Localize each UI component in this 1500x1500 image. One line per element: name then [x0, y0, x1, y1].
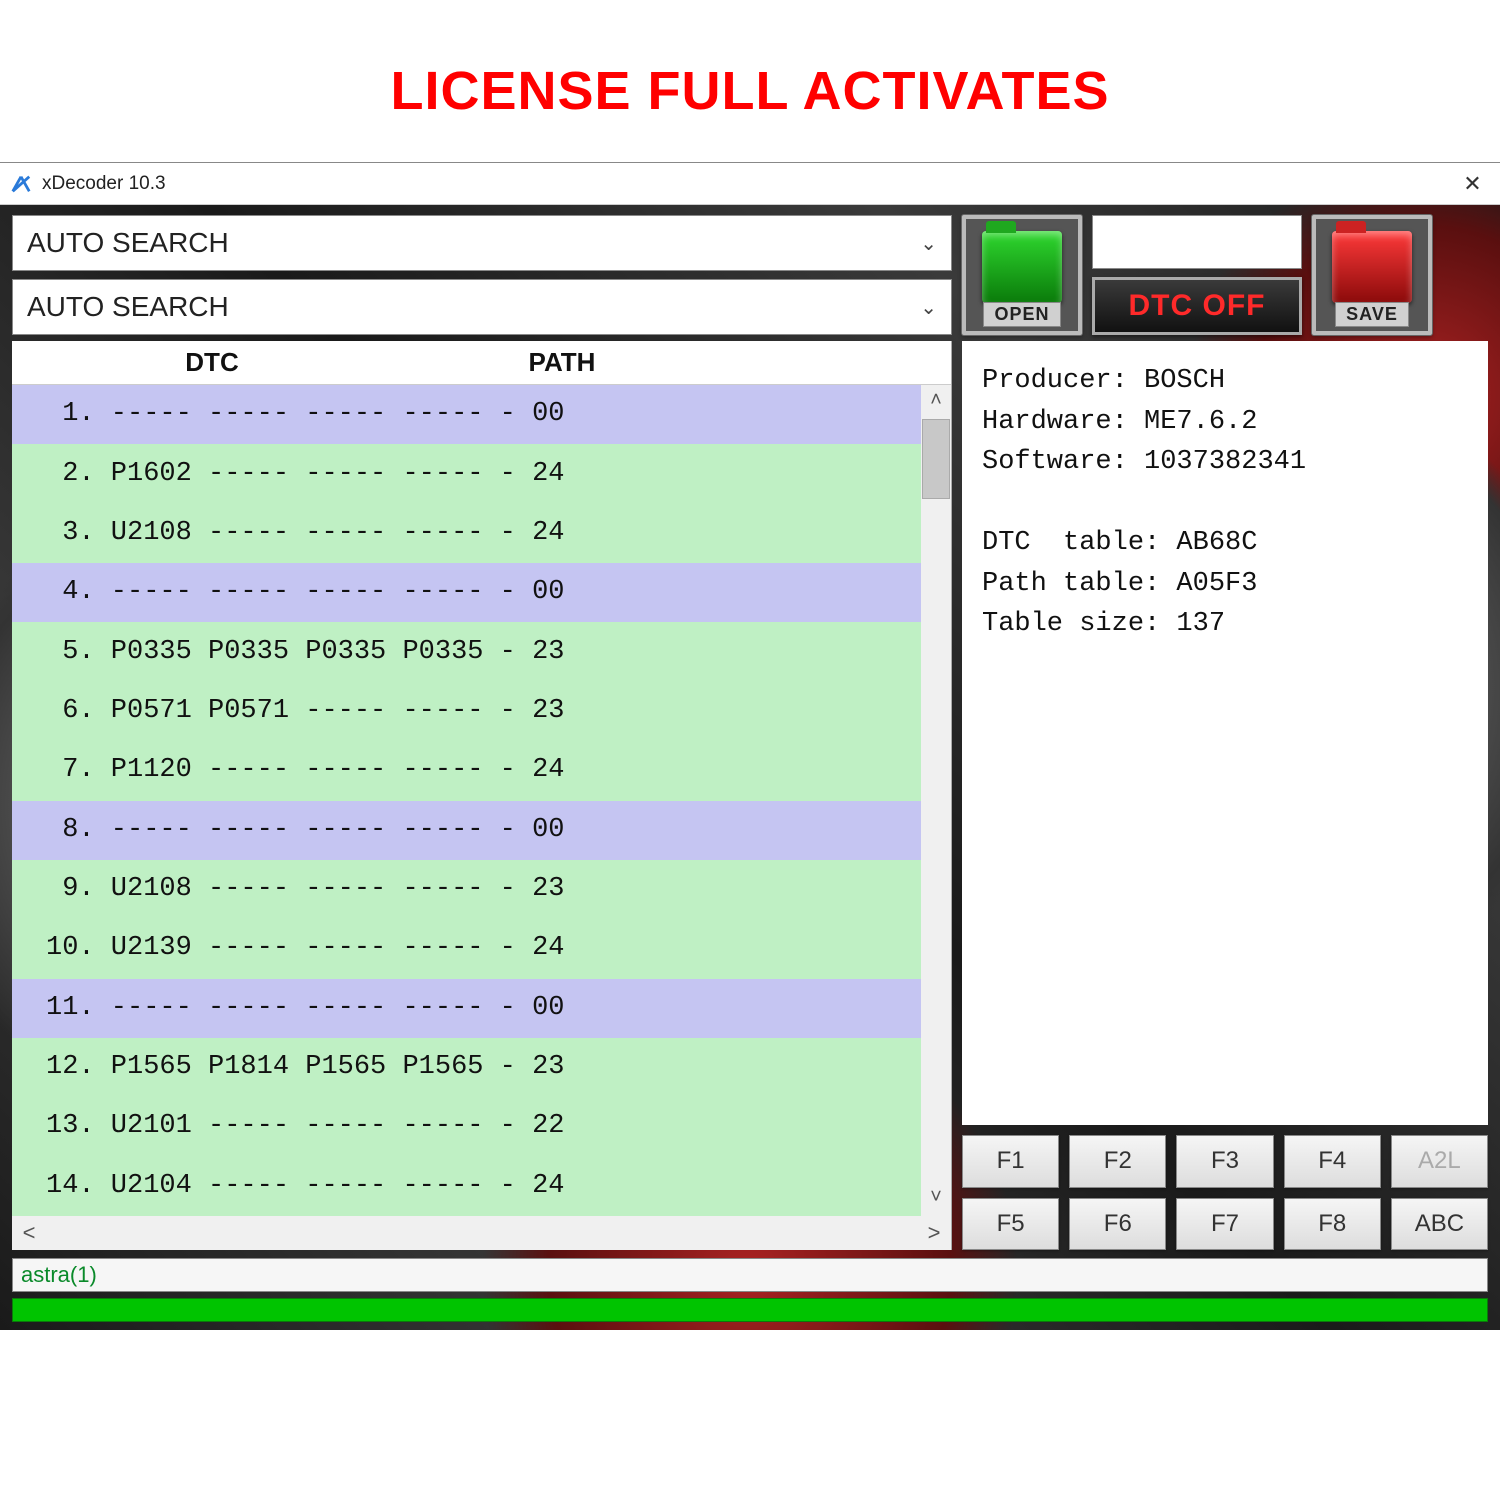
- open-button-label: OPEN: [983, 302, 1060, 327]
- table-row[interactable]: 3. U2108 ----- ----- ----- - 24: [12, 504, 921, 563]
- save-button[interactable]: SAVE: [1312, 215, 1432, 335]
- table-row[interactable]: 12. P1565 P1814 P1565 P1565 - 23: [12, 1038, 921, 1097]
- fkey-f7[interactable]: F7: [1176, 1198, 1273, 1251]
- open-button[interactable]: OPEN: [962, 215, 1082, 335]
- app-window: xDecoder 10.3 ✕ AUTO SEARCH ⌄ AUTO SEARC…: [0, 162, 1500, 1330]
- dtc-off-label: DTC OFF: [1129, 289, 1266, 323]
- table-row[interactable]: 5. P0335 P0335 P0335 P0335 - 23: [12, 622, 921, 681]
- fkey-a2l[interactable]: A2L: [1391, 1135, 1488, 1188]
- table-row[interactable]: 6. P0571 P0571 ----- ----- - 23: [12, 682, 921, 741]
- window-close-button[interactable]: ✕: [1445, 163, 1500, 205]
- dtc-table-panel: DTC PATH 1. ----- ----- ----- ----- - 00…: [12, 341, 952, 1250]
- search-dropdown-1-label: AUTO SEARCH: [27, 227, 229, 259]
- table-row[interactable]: 14. U2104 ----- ----- ----- - 24: [12, 1157, 921, 1216]
- horizontal-scrollbar[interactable]: < >: [12, 1216, 951, 1250]
- table-row[interactable]: 8. ----- ----- ----- ----- - 00: [12, 801, 921, 860]
- table-row[interactable]: 4. ----- ----- ----- ----- - 00: [12, 563, 921, 622]
- fkey-f8[interactable]: F8: [1284, 1198, 1381, 1251]
- app-logo-icon: [10, 173, 32, 195]
- fkey-f1[interactable]: F1: [962, 1135, 1059, 1188]
- search-dropdown-2[interactable]: AUTO SEARCH ⌄: [12, 279, 952, 335]
- window-title: xDecoder 10.3: [42, 173, 1445, 195]
- scroll-right-icon[interactable]: >: [917, 1216, 951, 1250]
- close-icon: ✕: [1463, 171, 1481, 197]
- save-button-label: SAVE: [1335, 302, 1409, 327]
- fkey-f5[interactable]: F5: [962, 1198, 1059, 1251]
- table-row[interactable]: 1. ----- ----- ----- ----- - 00: [12, 385, 921, 444]
- dtc-code-input[interactable]: [1092, 215, 1302, 269]
- table-row[interactable]: 10. U2139 ----- ----- ----- - 24: [12, 919, 921, 978]
- col-header-dtc: DTC: [12, 347, 412, 378]
- search-dropdown-1[interactable]: AUTO SEARCH ⌄: [12, 215, 952, 271]
- title-bar: xDecoder 10.3 ✕: [0, 163, 1500, 205]
- fkey-f3[interactable]: F3: [1176, 1135, 1273, 1188]
- dtc-off-button[interactable]: DTC OFF: [1092, 277, 1302, 335]
- chevron-down-icon: ⌄: [920, 295, 937, 320]
- table-row[interactable]: 9. U2108 ----- ----- ----- - 23: [12, 860, 921, 919]
- fkey-f2[interactable]: F2: [1069, 1135, 1166, 1188]
- open-folder-icon: [982, 231, 1062, 303]
- license-banner: LICENSE FULL ACTIVATES: [0, 0, 1500, 162]
- info-panel: Producer: BOSCH Hardware: ME7.6.2 Softwa…: [962, 341, 1488, 1125]
- save-folder-icon: [1332, 231, 1412, 303]
- table-row[interactable]: 2. P1602 ----- ----- ----- - 24: [12, 444, 921, 503]
- scroll-down-icon[interactable]: ˅: [921, 1182, 951, 1216]
- table-row[interactable]: 11. ----- ----- ----- ----- - 00: [12, 979, 921, 1038]
- progress-bar: [12, 1298, 1488, 1322]
- chevron-down-icon: ⌄: [920, 231, 937, 256]
- fkey-abc[interactable]: ABC: [1391, 1198, 1488, 1251]
- fkey-f6[interactable]: F6: [1069, 1198, 1166, 1251]
- status-input[interactable]: [12, 1258, 1488, 1292]
- table-row[interactable]: 13. U2101 ----- ----- ----- - 22: [12, 1097, 921, 1156]
- scroll-left-icon[interactable]: <: [12, 1216, 46, 1250]
- scroll-thumb[interactable]: [922, 419, 950, 499]
- table-row[interactable]: 7. P1120 ----- ----- ----- - 24: [12, 741, 921, 800]
- col-header-path: PATH: [412, 347, 712, 378]
- fkey-f4[interactable]: F4: [1284, 1135, 1381, 1188]
- search-dropdown-2-label: AUTO SEARCH: [27, 291, 229, 323]
- vertical-scrollbar[interactable]: ˄ ˅: [921, 385, 951, 1216]
- dtc-rows: 1. ----- ----- ----- ----- - 00 2. P1602…: [12, 385, 921, 1216]
- scroll-up-icon[interactable]: ˄: [921, 385, 951, 419]
